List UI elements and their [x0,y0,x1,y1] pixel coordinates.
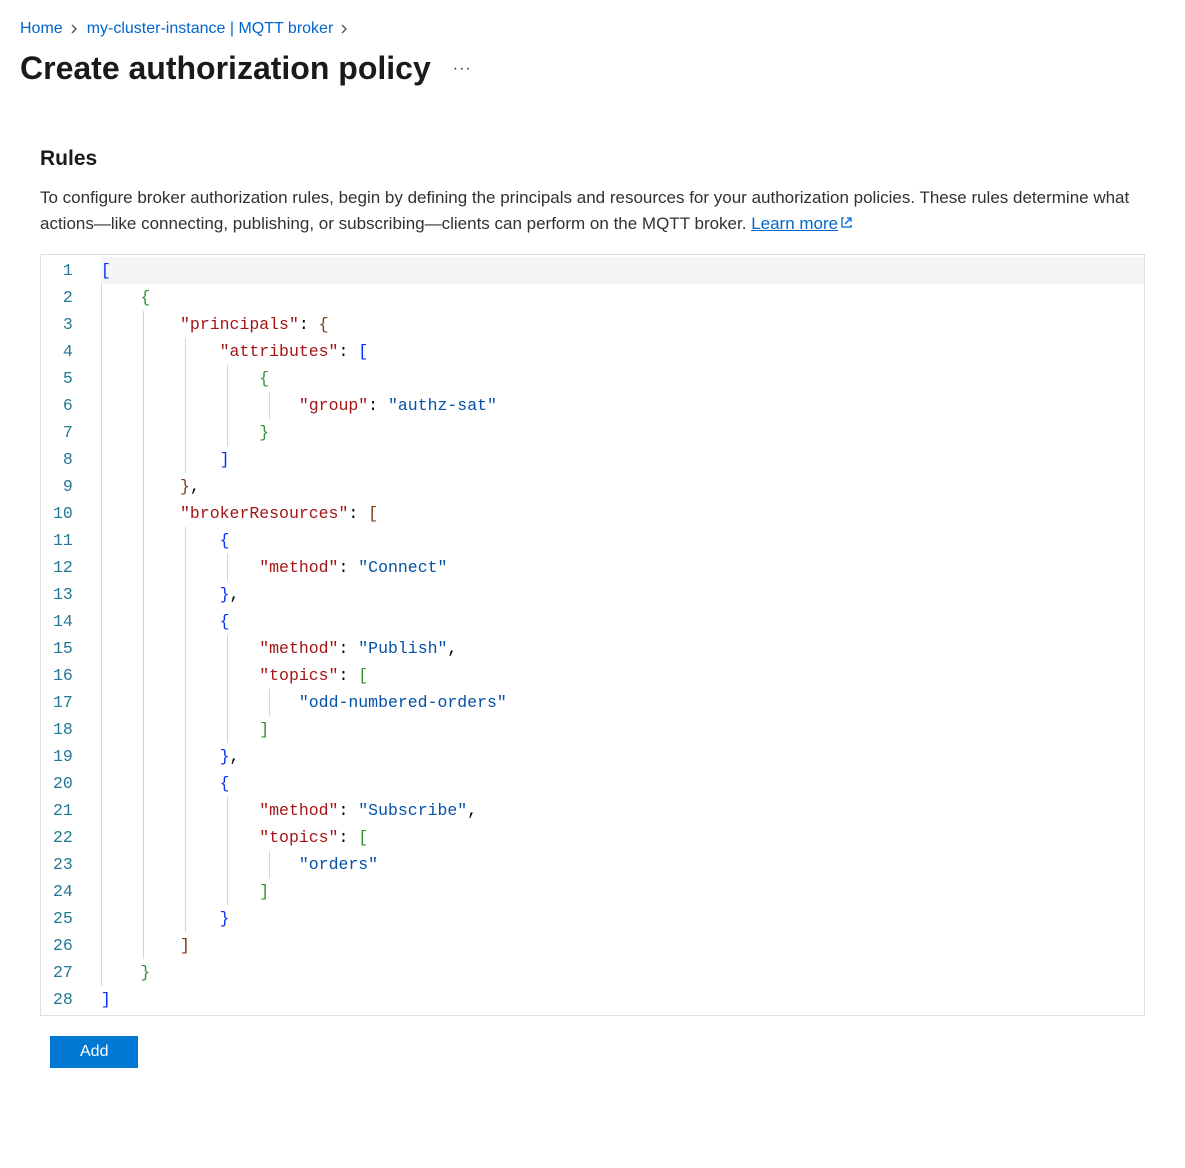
chevron-right-icon [71,22,79,37]
rules-description: To configure broker authorization rules,… [40,185,1145,236]
line-number: 27 [53,959,73,986]
line-number: 10 [53,500,73,527]
code-editor[interactable]: 1234567891011121314151617181920212223242… [40,254,1145,1016]
line-number: 26 [53,932,73,959]
breadcrumb-home[interactable]: Home [20,20,63,38]
line-number: 15 [53,635,73,662]
line-number: 24 [53,878,73,905]
line-number: 3 [53,311,73,338]
breadcrumb: Home my-cluster-instance | MQTT broker [20,20,1165,38]
line-number: 13 [53,581,73,608]
learn-more-link[interactable]: Learn more [751,214,853,233]
page-header: Create authorization policy ··· [20,50,1165,87]
code-body[interactable]: [ { "principals": { "attributes": [ { "g… [91,255,1144,1015]
line-number: 12 [53,554,73,581]
line-number: 28 [53,986,73,1013]
line-number: 22 [53,824,73,851]
line-number: 23 [53,851,73,878]
line-number: 25 [53,905,73,932]
line-number: 21 [53,797,73,824]
rules-heading: Rules [40,147,1145,171]
line-number: 1 [53,257,73,284]
external-link-icon [840,211,853,237]
line-number: 8 [53,446,73,473]
line-number: 16 [53,662,73,689]
line-number: 17 [53,689,73,716]
chevron-right-icon [341,22,349,37]
line-number: 14 [53,608,73,635]
line-number-gutter: 1234567891011121314151617181920212223242… [41,255,91,1015]
line-number: 20 [53,770,73,797]
line-number: 6 [53,392,73,419]
more-actions-icon[interactable]: ··· [449,56,476,82]
line-number: 9 [53,473,73,500]
line-number: 7 [53,419,73,446]
line-number: 4 [53,338,73,365]
breadcrumb-cluster[interactable]: my-cluster-instance | MQTT broker [87,20,334,38]
add-button[interactable]: Add [50,1036,138,1068]
line-number: 19 [53,743,73,770]
line-number: 2 [53,284,73,311]
page-title: Create authorization policy [20,50,431,87]
line-number: 11 [53,527,73,554]
line-number: 18 [53,716,73,743]
line-number: 5 [53,365,73,392]
